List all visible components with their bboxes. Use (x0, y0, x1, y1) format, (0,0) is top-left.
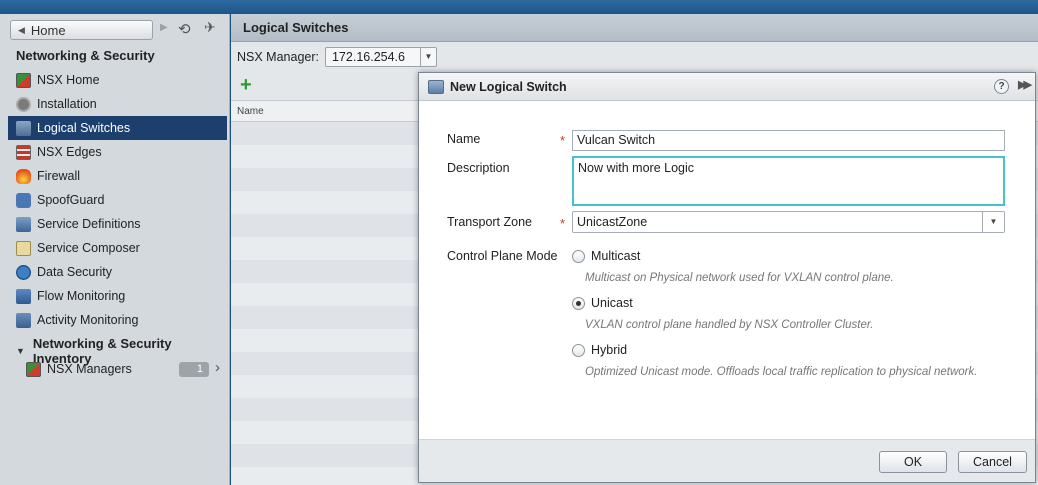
unicast-hint: VXLAN control plane handled by NSX Contr… (585, 319, 874, 331)
expand-icon[interactable]: ▶▶ (1018, 78, 1032, 91)
radio-button-selected[interactable] (572, 296, 585, 310)
add-icon[interactable]: + (240, 75, 252, 95)
nav-list: NSX Home Installation Logical Switches N… (8, 68, 227, 332)
chevron-down-icon: ▼ (419, 48, 436, 66)
manager-selector-row: NSX Manager: 172.16.254.6 ▼ (237, 47, 437, 67)
logical-switch-icon (16, 120, 31, 136)
multicast-hint: Multicast on Physical network used for V… (585, 272, 894, 284)
manager-value: 172.16.254.6 (331, 50, 405, 64)
sidebar-item-label: Flow Monitoring (37, 289, 126, 303)
radio-button[interactable] (572, 249, 585, 263)
sidebar-item-nsx-home[interactable]: NSX Home (8, 68, 227, 92)
cancel-button[interactable]: Cancel (958, 451, 1027, 473)
sidebar-item-data-security[interactable]: Data Security (8, 260, 227, 284)
edge-icon (16, 144, 31, 160)
dialog-title: New Logical Switch (450, 79, 567, 94)
gear-icon (16, 96, 31, 112)
sidebar-item-label: Logical Switches (37, 121, 131, 135)
service-definitions-icon (16, 216, 31, 232)
radio-multicast[interactable]: Multicast (572, 249, 640, 263)
ok-button[interactable]: OK (879, 451, 947, 473)
help-icon[interactable]: ? (994, 79, 1009, 94)
sidebar-item-service-definitions[interactable]: Service Definitions (8, 212, 227, 236)
collapse-triangle-icon: ▼ (16, 346, 25, 356)
transport-zone-value: UnicastZone (577, 215, 648, 229)
radio-label: Unicast (591, 296, 633, 310)
dialog-header: New Logical Switch ? ▶▶ (419, 73, 1035, 101)
description-label: Description (447, 161, 510, 175)
radio-button[interactable] (572, 343, 585, 357)
manager-label: NSX Manager: (237, 50, 319, 64)
sidebar-item-label: Service Composer (37, 241, 140, 255)
sidebar-item-label: Data Security (37, 265, 113, 279)
chevron-down-icon: ▼ (982, 212, 1004, 232)
history-icon[interactable]: ⟲ (178, 20, 191, 38)
radio-unicast[interactable]: Unicast (572, 296, 633, 310)
sidebar-item-label: SpoofGuard (37, 193, 105, 207)
manager-select[interactable]: 172.16.254.6 ▼ (324, 47, 437, 67)
sidebar-item-activity-monitoring[interactable]: Activity Monitoring (8, 308, 227, 332)
nsx-manager-icon (26, 361, 41, 377)
required-marker: * (560, 216, 566, 231)
sidebar-item-flow-monitoring[interactable]: Flow Monitoring (8, 284, 227, 308)
new-logical-switch-dialog: New Logical Switch ? ▶▶ Name * Vulcan Sw… (418, 72, 1036, 483)
sidebar-item-label: Firewall (37, 169, 81, 183)
sidebar-item-installation[interactable]: Installation (8, 92, 227, 116)
sidebar-item-label: NSX Edges (37, 145, 102, 159)
radio-hybrid[interactable]: Hybrid (572, 343, 627, 357)
sidebar-item-label: NSX Home (37, 73, 100, 87)
name-input[interactable]: Vulcan Switch (572, 130, 1005, 151)
chevron-right-icon[interactable]: › (215, 359, 220, 376)
navigator-panel: ◀ Home ▶ ⟲ ✈ Networking & Security NSX H… (0, 14, 230, 485)
sidebar-item-label: Service Definitions (37, 217, 141, 231)
control-plane-label: Control Plane Mode (447, 249, 558, 263)
navigator-toolbar: ◀ Home ▶ ⟲ ✈ (10, 19, 222, 42)
home-label: Home (30, 22, 66, 38)
pin-icon[interactable]: ✈ (204, 19, 216, 36)
name-label: Name (447, 132, 481, 146)
sidebar-item-spoofguard[interactable]: SpoofGuard (8, 188, 227, 212)
page-title: Logical Switches (231, 14, 1038, 42)
transport-zone-label: Transport Zone (447, 215, 532, 229)
logical-switch-icon (428, 79, 444, 94)
hybrid-hint: Optimized Unicast mode. Offloads local t… (585, 366, 978, 378)
home-button[interactable]: ◀ Home (10, 20, 153, 40)
spoofguard-icon (16, 192, 31, 208)
sidebar-item-label: Activity Monitoring (37, 313, 139, 327)
top-banner (0, 0, 1038, 14)
count-badge: 1 (179, 362, 209, 377)
sidebar-item-firewall[interactable]: Firewall (8, 164, 227, 188)
flow-monitoring-icon (16, 288, 31, 304)
transport-zone-select[interactable]: UnicastZone ▼ (572, 211, 1005, 233)
sidebar-item-nsx-managers[interactable]: NSX Managers 1 › (26, 358, 226, 380)
nsx-home-icon (16, 72, 31, 88)
sidebar-item-nsx-edges[interactable]: NSX Edges (8, 140, 227, 164)
description-textarea[interactable]: Now with more Logic (572, 156, 1005, 206)
dialog-footer: OK Cancel (419, 439, 1035, 482)
sidebar-item-logical-switches[interactable]: Logical Switches (8, 116, 227, 140)
firewall-icon (16, 168, 31, 184)
sidebar-item-label: Installation (37, 97, 97, 111)
back-arrow-icon: ◀ (18, 24, 25, 35)
radio-label: Multicast (591, 249, 641, 263)
forward-arrow-icon[interactable]: ▶ (160, 22, 168, 33)
sidebar-item-label: NSX Managers (47, 362, 132, 376)
sidebar-item-service-composer[interactable]: Service Composer (8, 236, 227, 260)
service-composer-icon (16, 240, 31, 256)
radio-label: Hybrid (591, 343, 628, 357)
data-security-icon (16, 264, 31, 280)
section-title: Networking & Security (16, 48, 155, 63)
required-marker: * (560, 133, 566, 148)
activity-monitoring-icon (16, 312, 31, 328)
